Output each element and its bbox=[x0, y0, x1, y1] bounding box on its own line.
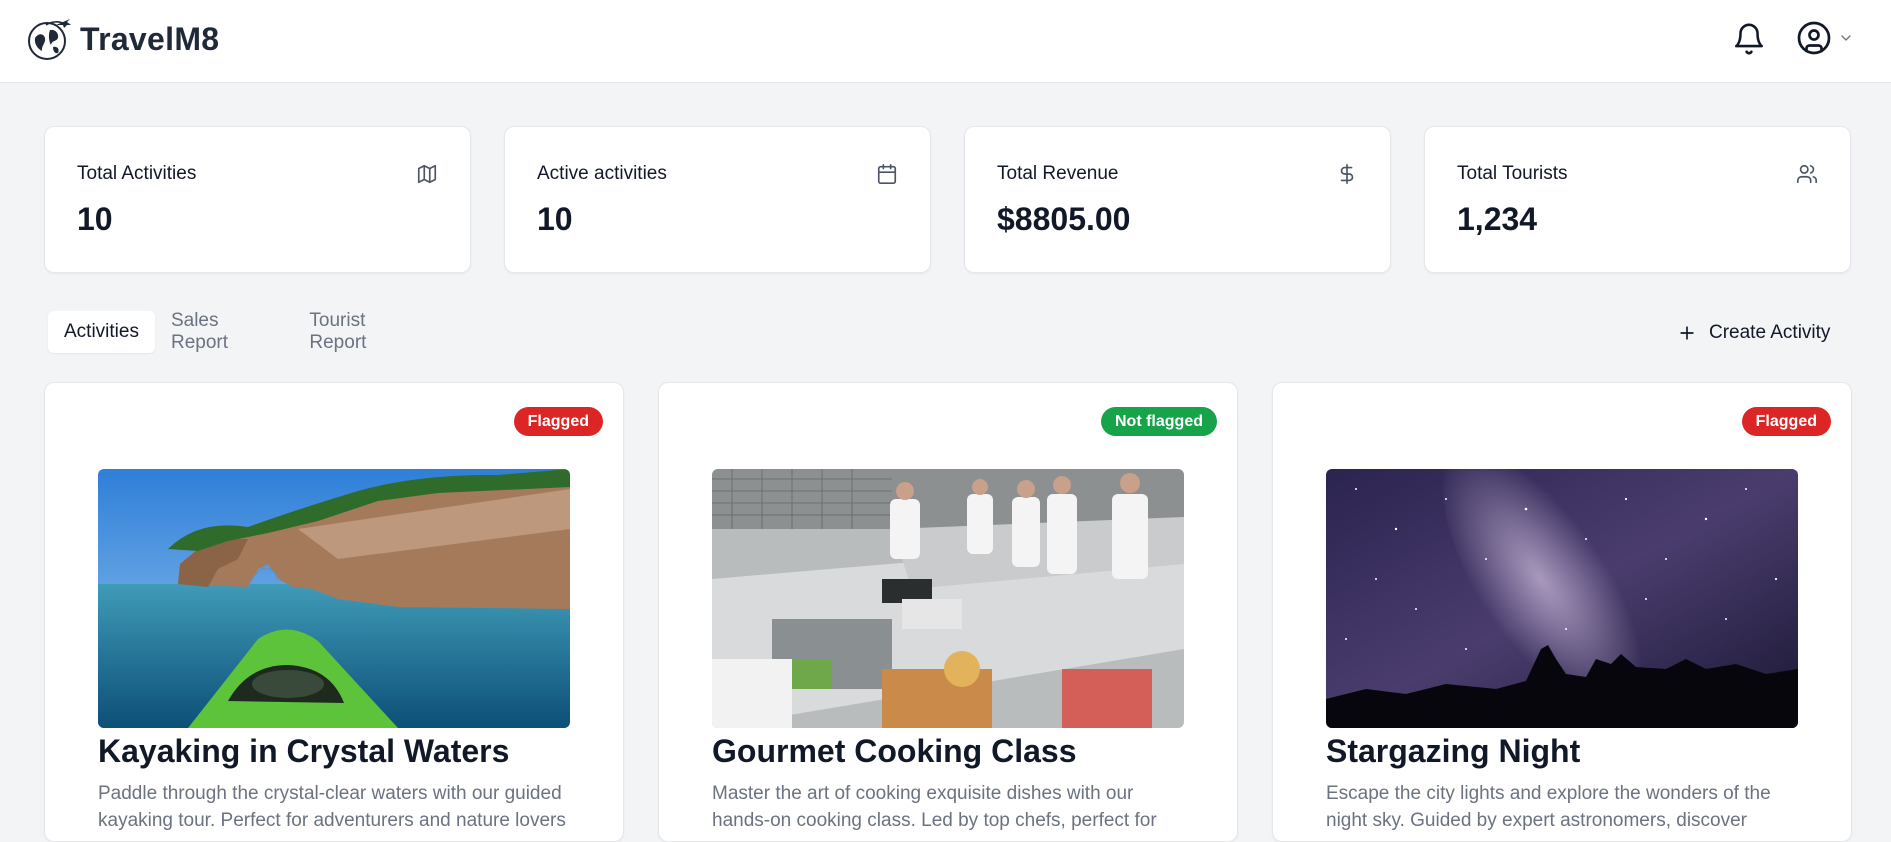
stat-card-total-revenue: Total Revenue $8805.00 bbox=[964, 126, 1391, 273]
stat-label: Total Activities bbox=[77, 163, 197, 184]
cooking-class-kitchen-photo bbox=[712, 469, 1184, 728]
activity-card[interactable]: Flagged Kayaking in Crystal Waters Paddl… bbox=[44, 382, 624, 842]
status-badge: Flagged bbox=[513, 407, 603, 436]
calendar-icon bbox=[877, 164, 897, 184]
activity-description: Escape the city lights and explore the w… bbox=[1326, 783, 1771, 831]
top-navigation-bar: TravelM8 bbox=[0, 0, 1891, 83]
stat-card-active-activities: Active activities 10 bbox=[504, 126, 931, 273]
users-icon bbox=[1797, 164, 1817, 184]
activity-description: Paddle through the crystal-clear waters … bbox=[98, 783, 566, 831]
report-tabs: Activities Sales Report Tourist Report bbox=[44, 307, 444, 357]
stat-card-total-activities: Total Activities 10 bbox=[44, 126, 471, 273]
stat-label: Total Tourists bbox=[1457, 163, 1568, 184]
globe-plane-logo-icon bbox=[28, 19, 71, 60]
stat-value: $8805.00 bbox=[997, 201, 1131, 237]
brand-name: TravelM8 bbox=[80, 20, 220, 57]
stat-label: Active activities bbox=[537, 163, 667, 184]
stat-label: Total Revenue bbox=[997, 163, 1119, 184]
tab-sales-report[interactable]: Sales Report bbox=[155, 310, 293, 353]
create-activity-button[interactable]: Create Activity bbox=[1665, 312, 1848, 354]
tab-tourist-report[interactable]: Tourist Report bbox=[293, 310, 440, 353]
bell-icon[interactable] bbox=[1732, 20, 1766, 58]
dollar-icon bbox=[1340, 164, 1354, 184]
activity-title: Kayaking in Crystal Waters bbox=[98, 733, 510, 769]
user-circle-icon bbox=[1797, 21, 1831, 55]
stat-card-total-tourists: Total Tourists 1,234 bbox=[1424, 126, 1851, 273]
stat-value: 1,234 bbox=[1457, 201, 1538, 237]
tab-activities[interactable]: Activities bbox=[48, 311, 155, 353]
milky-way-night-sky-photo bbox=[1326, 469, 1798, 728]
chevron-down-icon bbox=[1841, 35, 1851, 41]
create-activity-label: Create Activity bbox=[1709, 322, 1831, 343]
activity-card[interactable]: Flagged Stargazing Night Escape the city… bbox=[1272, 382, 1852, 842]
activity-title: Stargazing Night bbox=[1326, 733, 1581, 769]
status-badge: Flagged bbox=[1741, 407, 1831, 436]
activity-card[interactable]: Not flagged Gourmet Cooking Class Master… bbox=[658, 382, 1238, 842]
status-badge: Not flagged bbox=[1101, 407, 1217, 436]
activity-title: Gourmet Cooking Class bbox=[712, 733, 1077, 769]
brand-logo-link[interactable]: TravelM8 bbox=[26, 16, 219, 62]
kayak-sea-arch-photo bbox=[98, 469, 570, 728]
account-menu-button[interactable] bbox=[1796, 20, 1854, 56]
stat-value: 10 bbox=[77, 201, 113, 237]
plus-icon bbox=[1680, 326, 1694, 340]
activity-description: Master the art of cooking exquisite dish… bbox=[712, 783, 1157, 831]
stat-value: 10 bbox=[537, 201, 573, 237]
map-icon bbox=[417, 164, 437, 184]
